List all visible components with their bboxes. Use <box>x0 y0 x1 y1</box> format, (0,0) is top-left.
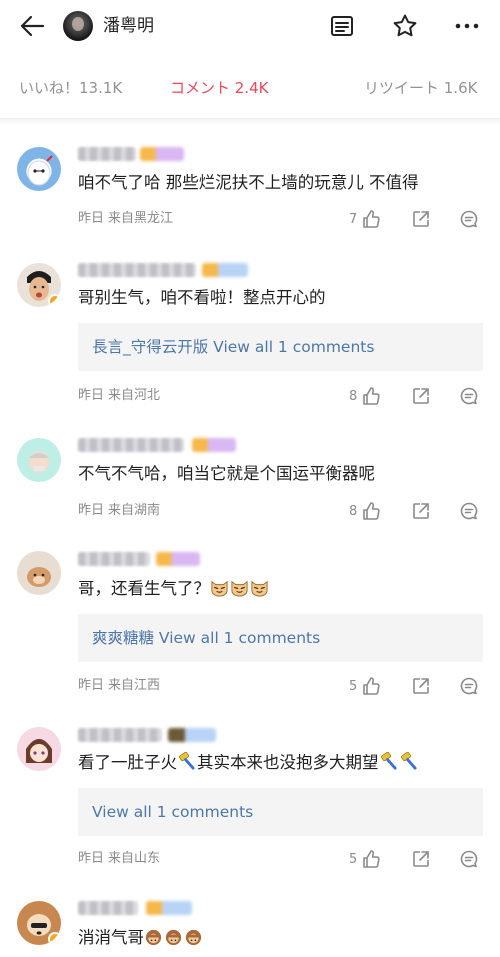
username-blurred[interactable] <box>78 552 150 566</box>
back-arrow-icon[interactable] <box>18 12 46 40</box>
comment-text: 哥，还看生气了？ <box>78 577 270 601</box>
user-badge <box>168 728 216 742</box>
like-count: 5 <box>349 852 358 867</box>
star-icon[interactable] <box>391 12 419 40</box>
monkey-face-icon <box>164 927 183 946</box>
reply-icon[interactable] <box>459 849 479 869</box>
tab-likes[interactable]: いいね！13.1K <box>19 76 122 100</box>
top-bar: 潘粤明 <box>0 0 500 52</box>
like-count: 8 <box>349 504 358 519</box>
like-icon[interactable] <box>361 209 381 229</box>
username-blurred[interactable] <box>78 901 138 915</box>
like-icon[interactable] <box>361 386 381 406</box>
comment-text-part: 看了一肚子火 <box>78 753 177 772</box>
comment-time: 昨日 <box>78 211 105 226</box>
view-replies-link[interactable]: View all 1 comments <box>92 800 253 824</box>
comment-location: 来自山东 <box>108 851 161 866</box>
like-count: 5 <box>349 679 358 694</box>
comment-meta: 昨日 来自湖南 <box>78 501 160 521</box>
share-icon[interactable] <box>411 501 431 521</box>
tab-comments[interactable]: コメント 2.4K <box>170 76 268 100</box>
comment-location: 来自湖南 <box>108 503 161 518</box>
robot-avatar-icon <box>27 155 53 186</box>
comment-meta: 昨日 来自江西 <box>78 676 160 696</box>
username-blurred[interactable] <box>78 147 136 161</box>
document-icon[interactable] <box>328 12 356 40</box>
comment-meta: 昨日 来自山东 <box>78 849 160 869</box>
user-badge <box>146 901 192 915</box>
avatar[interactable] <box>17 438 61 482</box>
verified-badge <box>48 294 61 307</box>
comment-time: 昨日 <box>78 388 105 403</box>
more-icon[interactable] <box>453 12 481 40</box>
divider <box>0 118 500 124</box>
cat-face-icon <box>230 578 249 597</box>
comment-location: 来自黑龙江 <box>108 211 174 226</box>
comment-time: 昨日 <box>78 503 105 518</box>
username-blurred[interactable] <box>78 438 184 452</box>
profile-name[interactable]: 潘粤明 <box>103 14 154 38</box>
user-badge <box>202 263 248 277</box>
reply-icon[interactable] <box>459 676 479 696</box>
monkey-face-icon <box>144 927 163 946</box>
comment-text: 消消气哥 <box>78 926 204 950</box>
anime-avatar-icon <box>26 739 52 763</box>
comment-location: 来自河北 <box>108 388 161 403</box>
cat-face-icon <box>250 578 269 597</box>
child-avatar-icon <box>29 451 49 473</box>
user-badge <box>192 438 236 452</box>
share-icon[interactable] <box>411 676 431 696</box>
view-replies-link[interactable]: 長言_守得云开版 View all 1 comments <box>92 335 374 359</box>
comment-location: 来自江西 <box>108 678 161 693</box>
comment-meta: 昨日 来自河北 <box>78 386 160 406</box>
reply-icon[interactable] <box>459 386 479 406</box>
comment-text: 不气不气哈，咱当它就是个国运平衡器呢 <box>78 464 375 483</box>
comment-meta: 昨日 来自黑龙江 <box>78 209 173 229</box>
monkey-face-icon <box>184 927 203 946</box>
comment-text-content: 消消气哥 <box>78 928 144 947</box>
comment-text-part: 其实本来也没抱多大期望 <box>197 753 379 772</box>
tab-retweets[interactable]: リツイート 1.6K <box>364 76 477 100</box>
like-count: 7 <box>349 212 358 227</box>
comment-text: 看了一肚子火 其实本来也没抱多大期望 <box>78 751 419 775</box>
share-icon[interactable] <box>411 386 431 406</box>
avatar[interactable] <box>17 901 61 945</box>
comment-text: 咱不气了哈 那些烂泥扶不上墙的玩意儿 不值得 <box>78 173 419 192</box>
username-blurred[interactable] <box>78 728 162 742</box>
avatar[interactable] <box>17 727 61 771</box>
reply-icon[interactable] <box>459 209 479 229</box>
reply-preview[interactable]: View all 1 comments <box>78 788 483 836</box>
comment-time: 昨日 <box>78 851 105 866</box>
hammer-icon <box>177 752 196 771</box>
hammer-icon <box>379 752 398 771</box>
share-icon[interactable] <box>411 849 431 869</box>
reply-preview[interactable]: 爽爽糖糖 View all 1 comments <box>78 614 483 662</box>
engagement-tabs: いいね！13.1K コメント 2.4K リツイート 1.6K <box>0 72 500 108</box>
user-badge <box>140 147 184 161</box>
hammer-icon <box>399 752 418 771</box>
comment-time: 昨日 <box>78 678 105 693</box>
user-badge <box>156 552 200 566</box>
like-icon[interactable] <box>361 676 381 696</box>
puppy-avatar-icon <box>27 567 51 587</box>
username-blurred[interactable] <box>78 263 196 277</box>
comment-text-content: 哥，还看生气了？ <box>78 579 210 598</box>
reply-preview[interactable]: 長言_守得云开版 View all 1 comments <box>78 323 483 371</box>
view-replies-link[interactable]: 爽爽糖糖 View all 1 comments <box>92 626 320 650</box>
avatar[interactable] <box>17 263 61 307</box>
like-icon[interactable] <box>361 501 381 521</box>
like-count: 8 <box>349 389 358 404</box>
avatar[interactable] <box>17 147 61 191</box>
comment-text: 哥别生气，咱不看啦！整点开心的 <box>78 288 326 307</box>
profile-avatar[interactable] <box>63 11 93 41</box>
reply-icon[interactable] <box>459 501 479 521</box>
like-icon[interactable] <box>361 849 381 869</box>
avatar[interactable] <box>17 551 61 595</box>
cat-face-icon <box>210 578 229 597</box>
share-icon[interactable] <box>411 209 431 229</box>
verified-badge <box>48 932 61 945</box>
